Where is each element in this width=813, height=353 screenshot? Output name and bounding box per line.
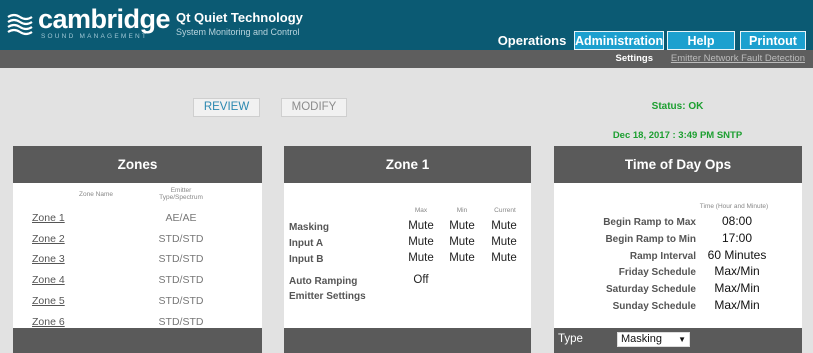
begin-ramp-max-label: Begin Ramp to Max [603, 217, 696, 228]
input-a-current: Mute [491, 236, 517, 248]
zones-footer [13, 328, 262, 353]
emitter-settings-label: Emitter Settings [289, 291, 366, 302]
zones-title: Zones [13, 146, 262, 183]
status-text: Status: OK [651, 101, 704, 112]
input-a-max: Mute [408, 236, 434, 248]
input-b-label: Input B [289, 254, 324, 265]
brand-subtitle: SOUND MANAGEMENT [41, 33, 149, 40]
zone-link-2[interactable]: Zone 2 [32, 233, 65, 245]
masking-current: Mute [491, 220, 517, 232]
zone-type-1: AE/AE [165, 212, 197, 224]
tab-administration[interactable]: Administration [574, 31, 664, 50]
zone-type-2: STD/STD [158, 233, 204, 245]
zone-link-4[interactable]: Zone 4 [32, 274, 65, 286]
tod-title: Time of Day Ops [554, 146, 802, 183]
input-b-max: Mute [408, 252, 434, 264]
logo-waves-icon [7, 13, 33, 36]
col-max-header: Max [414, 207, 428, 214]
app-header: cambridge SOUND MANAGEMENT Qt Quiet Tech… [0, 0, 813, 50]
chevron-down-icon: ▼ [678, 335, 686, 344]
zone-link-1[interactable]: Zone 1 [32, 212, 65, 224]
zone-type-6: STD/STD [158, 316, 204, 328]
date-time: Dec 18, 2017 : 3:49 PM SNTP [612, 130, 743, 141]
zone-type-5: STD/STD [158, 295, 204, 307]
zone-link-3[interactable]: Zone 3 [32, 253, 65, 265]
time-of-day-panel: Time of Day Ops Time (Hour and Minute) B… [554, 146, 802, 353]
input-b-current: Mute [491, 252, 517, 264]
tab-printout[interactable]: Printout [740, 31, 806, 50]
ramp-interval-label: Ramp Interval [629, 251, 696, 262]
subnav-emitter-fault-detection[interactable]: Emitter Network Fault Detection [671, 53, 805, 64]
zone-type-3: STD/STD [158, 253, 204, 265]
auto-ramping-label: Auto Ramping [289, 276, 358, 287]
zone1-title: Zone 1 [284, 146, 531, 183]
subnav-settings[interactable]: Settings [616, 53, 653, 64]
zone-type-4: STD/STD [158, 274, 204, 286]
zone1-panel: Zone 1 Max Min Current Masking Mute Mute… [284, 146, 531, 353]
masking-min: Mute [449, 220, 475, 232]
type-select-value: Masking [621, 333, 662, 345]
begin-ramp-min-label: Begin Ramp to Min [605, 234, 696, 245]
input-a-label: Input A [289, 238, 324, 249]
emitter-type-header-line2: Type/Spectrum [159, 194, 203, 201]
tab-help[interactable]: Help [667, 31, 735, 50]
input-b-min: Mute [449, 252, 475, 264]
friday-schedule-label: Friday Schedule [618, 267, 696, 278]
ramp-interval-value: 60 Minutes [707, 248, 767, 262]
masking-label: Masking [289, 222, 330, 233]
type-label: Type [558, 333, 583, 345]
begin-ramp-max-value: 08:00 [721, 214, 753, 228]
zones-panel: Zones Zone Name Emitter Type/Spectrum Zo… [13, 146, 262, 353]
zone-name-header: Zone Name [79, 191, 113, 198]
sunday-schedule-value: Max/Min [714, 298, 760, 312]
brand-name: cambridge [38, 4, 171, 34]
type-select[interactable]: Masking ▼ [617, 332, 690, 347]
sub-navigation: Settings Emitter Network Fault Detection [0, 50, 813, 68]
tab-operations[interactable]: Operations [494, 31, 570, 50]
emitter-type-header-line1: Emitter [170, 187, 192, 194]
zone-link-5[interactable]: Zone 5 [32, 295, 65, 307]
masking-max: Mute [408, 220, 434, 232]
auto-ramping-value: Off [413, 274, 429, 286]
modify-button[interactable]: MODIFY [281, 98, 347, 117]
review-button[interactable]: REVIEW [193, 98, 260, 117]
friday-schedule-value: Max/Min [714, 264, 760, 278]
input-a-min: Mute [449, 236, 475, 248]
zone1-footer [284, 328, 531, 353]
sunday-schedule-label: Sunday Schedule [612, 301, 696, 312]
product-name: Qt Quiet Technology [176, 10, 303, 25]
time-col-header: Time (Hour and Minute) [699, 203, 769, 210]
tod-footer: Type Masking ▼ [554, 328, 802, 353]
emitter-type-header: Emitter Type/Spectrum [141, 187, 221, 201]
col-current-header: Current [494, 207, 516, 214]
product-subtitle: System Monitoring and Control [176, 27, 300, 37]
col-min-header: Min [456, 207, 468, 214]
saturday-schedule-label: Saturday Schedule [605, 284, 696, 295]
zone-link-6[interactable]: Zone 6 [32, 316, 65, 328]
begin-ramp-min-value: 17:00 [721, 231, 753, 245]
saturday-schedule-value: Max/Min [714, 281, 760, 295]
